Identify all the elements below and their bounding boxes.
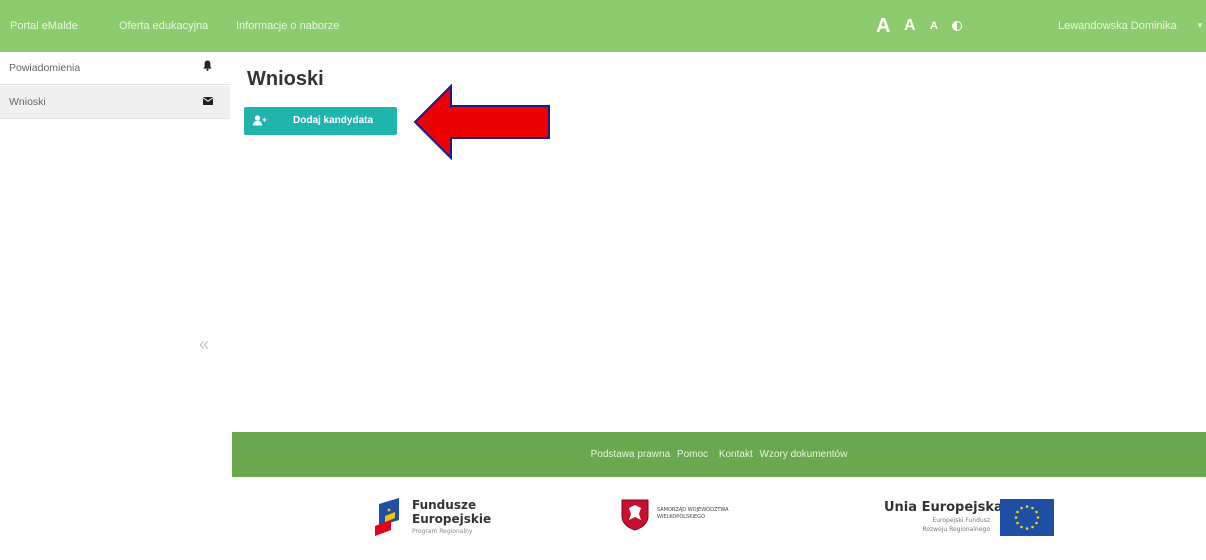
bell-icon bbox=[203, 52, 212, 85]
page-title: Wnioski bbox=[247, 68, 324, 90]
ue-logo-line3: Rozwoju Regionalnego bbox=[922, 526, 990, 533]
sidebar-item-label: Powiadomienia bbox=[9, 62, 81, 74]
eu-flag-icon bbox=[1000, 499, 1054, 536]
sidebar: Powiadomienia Wnioski « bbox=[0, 52, 232, 432]
ue-logo-line2: Europejski Fundusz bbox=[932, 517, 990, 524]
sidebar-item-powiadomienia[interactable]: Powiadomienia bbox=[0, 52, 230, 85]
font-size-medium-button[interactable]: A bbox=[904, 0, 916, 52]
add-user-icon bbox=[253, 115, 267, 129]
footer-link-pomoc[interactable]: Pomoc bbox=[677, 449, 708, 460]
nav-oferta[interactable]: Oferta edukacyjna bbox=[119, 0, 208, 52]
top-navbar: Portal eMalde Oferta edukacyjna Informac… bbox=[0, 0, 1206, 52]
main-content: Wnioski Dodaj kandydata bbox=[232, 52, 1206, 432]
fe-logo-line1: Fundusze bbox=[412, 498, 477, 512]
add-candidate-label: Dodaj kandydata bbox=[293, 115, 374, 126]
collapse-sidebar-icon[interactable]: « bbox=[199, 334, 209, 355]
logos-strip: Fundusze Europejskie Program Regionalny … bbox=[232, 477, 1206, 560]
wielkopolska-coat-of-arms-icon bbox=[621, 499, 649, 531]
samorzad-logo-line2: WIELKOPOLSKIEGO bbox=[657, 514, 705, 520]
samorzad-logo-line1: SAMORZĄD WOJEWÓDZTWA bbox=[657, 507, 729, 513]
envelope-icon bbox=[202, 86, 214, 119]
footer-links: Podstawa prawna Pomoc Kontakt Wzory doku… bbox=[232, 432, 1206, 477]
fe-logo-line3: Program Regionalny bbox=[412, 528, 473, 535]
add-candidate-button[interactable]: Dodaj kandydata bbox=[244, 107, 397, 135]
font-size-large-button[interactable]: A bbox=[876, 0, 890, 52]
footer-link-wzory[interactable]: Wzory dokumentów bbox=[760, 449, 848, 460]
footer-link-podstawa[interactable]: Podstawa prawna bbox=[591, 449, 671, 460]
chevron-down-icon[interactable]: ▼ bbox=[1196, 0, 1204, 52]
contrast-icon[interactable] bbox=[952, 21, 962, 31]
sidebar-item-label: Wnioski bbox=[9, 96, 46, 108]
fe-logo-line2: Europejskie bbox=[412, 512, 492, 526]
nav-informacje[interactable]: Informacje o naborze bbox=[236, 0, 339, 52]
fundusze-europejskie-logo bbox=[375, 498, 399, 536]
footer-link-kontakt[interactable]: Kontakt bbox=[719, 449, 753, 460]
sidebar-item-wnioski[interactable]: Wnioski bbox=[0, 86, 230, 119]
font-size-small-button[interactable]: A bbox=[930, 0, 938, 52]
nav-portal[interactable]: Portal eMalde bbox=[10, 0, 78, 52]
ue-logo-line1: Unia Europejska bbox=[884, 500, 1003, 515]
footer-bar: Podstawa prawna Pomoc Kontakt Wzory doku… bbox=[232, 432, 1206, 477]
user-menu[interactable]: Lewandowska Dominika bbox=[1058, 0, 1177, 52]
red-arrow-annotation bbox=[413, 84, 550, 160]
